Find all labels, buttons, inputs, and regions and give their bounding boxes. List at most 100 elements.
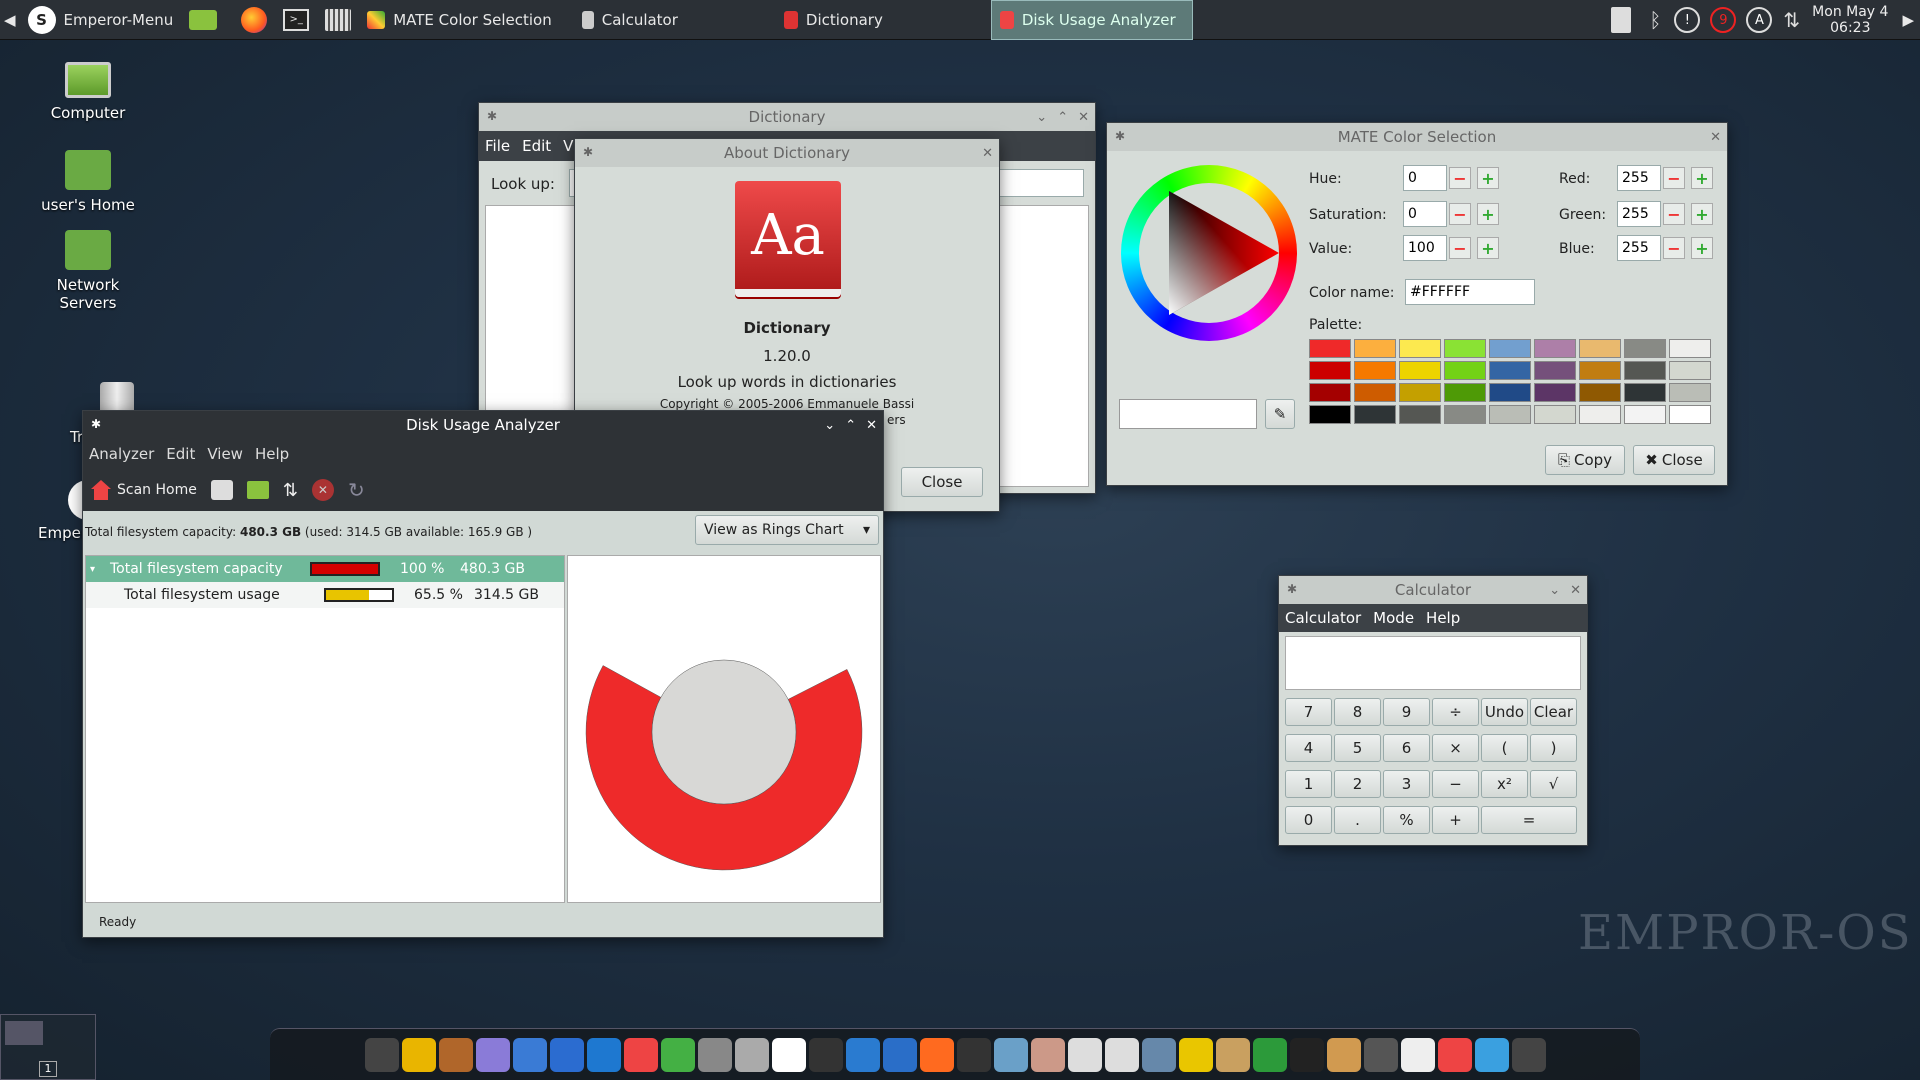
menu-edit[interactable]: Edit <box>516 137 557 155</box>
palette-swatch[interactable] <box>1444 405 1486 424</box>
pin-icon[interactable]: ✱ <box>1287 582 1297 596</box>
color-close-button[interactable]: ✖ Close <box>1633 445 1715 475</box>
task-calculator[interactable]: Calculator <box>574 0 686 40</box>
tree-row[interactable]: ▾ Total filesystem capacity 100 % 480.3 … <box>86 556 564 582</box>
word-icon[interactable] <box>549 1037 584 1072</box>
files-icon[interactable] <box>1030 1037 1065 1072</box>
about-titlebar[interactable]: ✱ About Dictionary ✕ <box>575 139 999 167</box>
ring-center[interactable] <box>651 659 797 805</box>
calc-key[interactable]: = <box>1481 806 1577 834</box>
firefox-icon[interactable] <box>919 1037 954 1072</box>
palette-swatch[interactable] <box>1354 405 1396 424</box>
monitor-icon[interactable] <box>1289 1037 1324 1072</box>
show-desktop-icon[interactable] <box>181 0 233 40</box>
palette-swatch[interactable] <box>1624 361 1666 380</box>
terminal-launcher-icon[interactable]: >_ <box>275 0 317 40</box>
desktop-icon-computer[interactable]: Computer <box>28 62 148 122</box>
palette-swatch[interactable] <box>1489 405 1531 424</box>
chrome-icon[interactable] <box>1437 1037 1472 1072</box>
red-minus-icon[interactable]: − <box>1663 167 1685 189</box>
calc-key[interactable]: + <box>1432 806 1479 834</box>
red-plus-icon[interactable]: + <box>1691 167 1713 189</box>
folder-icon[interactable] <box>1474 1037 1509 1072</box>
close-icon[interactable]: ✕ <box>866 418 877 433</box>
task-disk-usage-analyzer[interactable]: Disk Usage Analyzer <box>990 0 1193 40</box>
expander-icon[interactable]: ▾ <box>90 564 106 575</box>
scan-remote-icon[interactable]: ⇅ <box>283 480 298 501</box>
palette-swatch[interactable] <box>1489 361 1531 380</box>
palette-swatch[interactable] <box>1534 383 1576 402</box>
palette-swatch[interactable] <box>1579 339 1621 358</box>
calc-key[interactable]: 1 <box>1285 770 1332 798</box>
scanner2-icon[interactable] <box>1141 1037 1176 1072</box>
palette-swatch[interactable] <box>1669 405 1711 424</box>
saturation-input[interactable] <box>1403 201 1447 227</box>
palette-swatch[interactable] <box>1579 361 1621 380</box>
copy-button[interactable]: ⎘ Copy <box>1545 445 1625 475</box>
menu-calculator[interactable]: Calculator <box>1279 609 1367 627</box>
calc-key[interactable]: x² <box>1481 770 1528 798</box>
blue-input[interactable] <box>1617 235 1661 261</box>
qt-icon[interactable] <box>660 1037 695 1072</box>
stop-icon[interactable]: ✕ <box>311 479 334 501</box>
bluetooth-icon[interactable] <box>882 1037 917 1072</box>
about-close-button[interactable]: Close <box>901 467 983 497</box>
menu-edit[interactable]: Edit <box>160 445 201 463</box>
calculator-icon[interactable] <box>1363 1037 1398 1072</box>
desktop-icon-home[interactable]: user's Home <box>28 150 148 214</box>
close-icon[interactable]: ✕ <box>1078 110 1089 125</box>
archive-icon[interactable] <box>1215 1037 1250 1072</box>
red-input[interactable] <box>1617 165 1661 191</box>
palette-swatch[interactable] <box>1309 361 1351 380</box>
calc-key[interactable]: 8 <box>1334 698 1381 726</box>
calc-key[interactable]: . <box>1334 806 1381 834</box>
packages-icon[interactable] <box>1326 1037 1361 1072</box>
keyboard-launcher-icon[interactable] <box>317 0 359 40</box>
palette-swatch[interactable] <box>1534 361 1576 380</box>
blue-plus-icon[interactable]: + <box>1691 237 1713 259</box>
palette-swatch[interactable] <box>1669 383 1711 402</box>
panel-right-arrow[interactable]: ▶ <box>1902 11 1914 29</box>
palette-swatch[interactable] <box>1399 405 1441 424</box>
palette-swatch[interactable] <box>1669 361 1711 380</box>
scan-filesystem-icon[interactable] <box>210 480 233 500</box>
disk-usage-titlebar[interactable]: ✱ Disk Usage Analyzer ⌄ ⌃ ✕ <box>83 411 883 439</box>
green-input[interactable] <box>1617 201 1661 227</box>
pidgin-icon[interactable] <box>401 1037 436 1072</box>
drive-icon[interactable] <box>1067 1037 1102 1072</box>
menu-file[interactable]: File <box>479 137 516 155</box>
palette-swatch[interactable] <box>1624 405 1666 424</box>
hue-input[interactable] <box>1403 165 1447 191</box>
palette-swatch[interactable] <box>1444 361 1486 380</box>
calc-key[interactable]: 7 <box>1285 698 1332 726</box>
palette-swatch[interactable] <box>1399 339 1441 358</box>
inkscape-icon[interactable] <box>475 1037 510 1072</box>
color-name-input[interactable] <box>1405 279 1535 305</box>
calc-key[interactable]: ( <box>1481 734 1528 762</box>
minimize-icon[interactable]: ⌄ <box>1549 583 1560 598</box>
menu-view[interactable]: View <box>201 445 249 463</box>
saturation-plus-icon[interactable]: + <box>1477 203 1499 225</box>
scanner-icon[interactable] <box>734 1037 769 1072</box>
calc-key[interactable]: 9 <box>1383 698 1430 726</box>
vpn-icon[interactable] <box>993 1037 1028 1072</box>
value-minus-icon[interactable]: − <box>1449 237 1471 259</box>
palette-swatch[interactable] <box>1399 361 1441 380</box>
palette-swatch[interactable] <box>1309 383 1351 402</box>
color-selection-titlebar[interactable]: ✱ MATE Color Selection ✕ <box>1107 123 1727 151</box>
scan-home-button[interactable]: Scan Home <box>91 480 197 500</box>
calc-key[interactable]: 4 <box>1285 734 1332 762</box>
notification-badge[interactable]: 9 <box>1710 7 1737 33</box>
writer-icon[interactable] <box>512 1037 547 1072</box>
blue-minus-icon[interactable]: − <box>1663 237 1685 259</box>
gimp-icon[interactable] <box>438 1037 473 1072</box>
clock[interactable]: Mon May 4 06:23 <box>1812 4 1888 36</box>
vscode-icon[interactable] <box>586 1037 621 1072</box>
palette-swatch[interactable] <box>1624 383 1666 402</box>
maximize-icon[interactable]: ⌃ <box>845 418 856 433</box>
calc-key[interactable]: 3 <box>1383 770 1430 798</box>
terminal-icon[interactable] <box>364 1037 399 1072</box>
task-dictionary[interactable]: Dictionary <box>776 0 891 40</box>
scan-folder-icon[interactable] <box>246 481 269 499</box>
calc-key[interactable]: − <box>1432 770 1479 798</box>
